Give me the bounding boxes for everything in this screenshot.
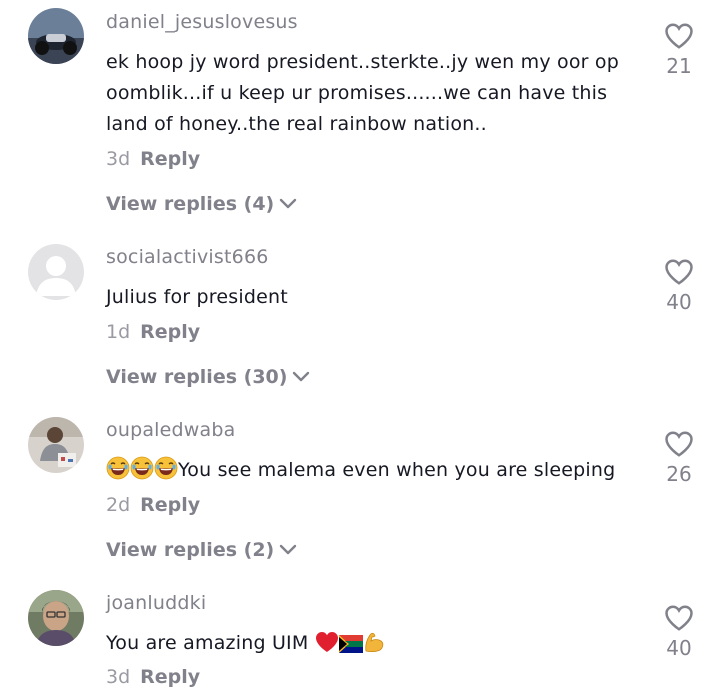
comment-text: You are amazing UIM — [106, 628, 626, 659]
heart-icon — [665, 23, 693, 49]
laughing-emoji-icon — [130, 456, 154, 480]
chevron-down-icon — [280, 198, 297, 209]
view-replies-label: View replies (2) — [106, 539, 275, 561]
heart-icon — [665, 259, 693, 285]
view-replies-button[interactable]: View replies (4) — [106, 193, 298, 215]
reply-button[interactable]: Reply — [140, 494, 200, 516]
avatar[interactable] — [28, 8, 84, 64]
comment-time: 3d — [106, 666, 131, 688]
chevron-down-icon — [293, 371, 310, 382]
reply-button[interactable]: Reply — [140, 321, 200, 343]
view-replies-button[interactable]: View replies (2) — [106, 539, 298, 561]
like-count: 26 — [666, 462, 692, 486]
like-button[interactable]: 40 — [660, 258, 698, 314]
comment-meta: 3d Reply — [106, 666, 200, 688]
like-count: 21 — [666, 54, 692, 78]
like-count: 40 — [666, 636, 692, 660]
comment-time: 3d — [106, 148, 131, 170]
south-africa-flag-emoji-icon — [338, 635, 363, 653]
heart-icon — [665, 431, 693, 457]
heart-icon — [665, 605, 693, 631]
comment-meta: 1d Reply — [106, 321, 200, 343]
comment-text-content: You are amazing UIM — [106, 632, 309, 654]
comment-meta: 2d Reply — [106, 494, 200, 516]
avatar[interactable] — [28, 244, 84, 300]
comment-text-content: You see malema even when you are sleepin… — [178, 459, 616, 481]
chevron-down-icon — [280, 544, 297, 555]
comment-time: 1d — [106, 321, 131, 343]
view-replies-button[interactable]: View replies (30) — [106, 366, 311, 388]
comment-username[interactable]: oupaledwaba — [106, 419, 236, 441]
comment-time: 2d — [106, 494, 131, 516]
comment-username[interactable]: socialactivist666 — [106, 246, 269, 268]
red-heart-emoji-icon — [315, 632, 338, 652]
flexed-biceps-emoji-icon — [365, 632, 383, 653]
comment-text: Julius for president — [106, 286, 288, 308]
like-button[interactable]: 21 — [660, 22, 698, 78]
comment-text: You see malema even when you are sleepin… — [106, 455, 646, 486]
reply-button[interactable]: Reply — [140, 666, 200, 688]
avatar[interactable] — [28, 417, 84, 473]
like-count: 40 — [666, 290, 692, 314]
comment-username[interactable]: joanluddki — [106, 592, 206, 614]
like-button[interactable]: 26 — [660, 430, 698, 486]
view-replies-label: View replies (4) — [106, 193, 275, 215]
laughing-emoji-icon — [154, 456, 178, 480]
comment-username[interactable]: daniel_jesuslovesus — [106, 11, 298, 33]
comment-text: ek hoop jy word president..sterkte..jy w… — [106, 51, 619, 135]
comment-meta: 3d Reply — [106, 148, 200, 170]
like-button[interactable]: 40 — [660, 604, 698, 660]
avatar[interactable] — [28, 590, 84, 646]
view-replies-label: View replies (30) — [106, 366, 288, 388]
reply-button[interactable]: Reply — [140, 148, 200, 170]
laughing-emoji-icon — [106, 456, 130, 480]
